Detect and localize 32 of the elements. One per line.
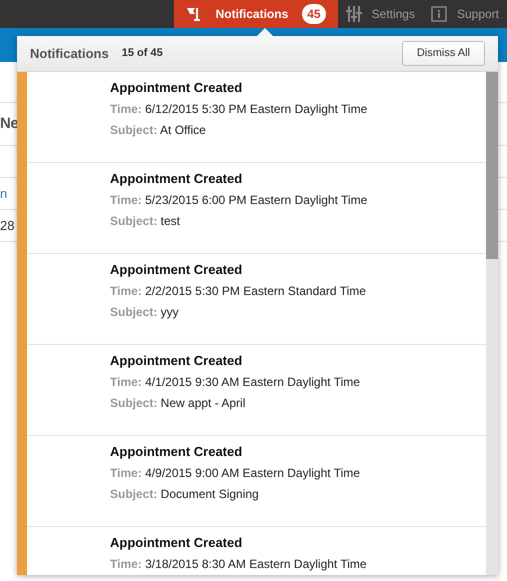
time-text: Time: 5/23/2015 6:00 PM Eastern Daylight Time [110, 193, 368, 208]
subject-text: Subject: yyy [110, 305, 180, 320]
nav-tab[interactable]: Support [422, 0, 507, 28]
flag-icon [186, 6, 202, 22]
notification-title: Appointment Created [110, 171, 244, 187]
scrollbar-thumb[interactable] [486, 72, 498, 259]
subject-text: Subject: Document Signing [110, 487, 260, 502]
notification-title: Appointment Created [110, 80, 244, 96]
nav-tab[interactable]: Settings [338, 0, 423, 28]
sliders-icon [346, 5, 362, 23]
time-text: Time: 6/12/2015 5:30 PM Eastern Daylight Time [110, 102, 368, 117]
table-cell-text: 28 [0, 216, 14, 235]
subject-text: Subject: New appt - April [110, 396, 246, 411]
scrollbar[interactable] [486, 72, 498, 575]
nav-tab[interactable]: Notifications 45 [174, 0, 338, 28]
time-text: Time: 2/2/2015 5:30 PM Eastern Standard Time [110, 284, 367, 299]
notification-title: Appointment Created [110, 262, 244, 278]
subject-text: Subject: test [110, 214, 182, 229]
popup-title: Notifications [30, 44, 109, 63]
notification-count: 15 of 45 [122, 46, 163, 62]
notification-title: Appointment Created [110, 535, 244, 551]
notification-title: Appointment Created [110, 353, 244, 369]
time-text: Time: 4/9/2015 9:00 AM Eastern Daylight Time [110, 466, 361, 481]
info-icon [430, 6, 447, 22]
notification-title: Appointment Created [110, 444, 244, 460]
subject-text: Subject: At Office [110, 123, 207, 138]
dismiss-all-button[interactable]: Dismiss All [402, 41, 485, 66]
time-text: Time: 4/1/2015 9:30 AM Eastern Daylight Time [110, 375, 361, 390]
time-text: Time: 3/18/2015 8:30 AM Eastern Daylight Time [110, 557, 368, 572]
page-heading: Ne [0, 114, 18, 134]
count-badge: 45 [302, 4, 326, 24]
link[interactable]: n [0, 184, 8, 204]
